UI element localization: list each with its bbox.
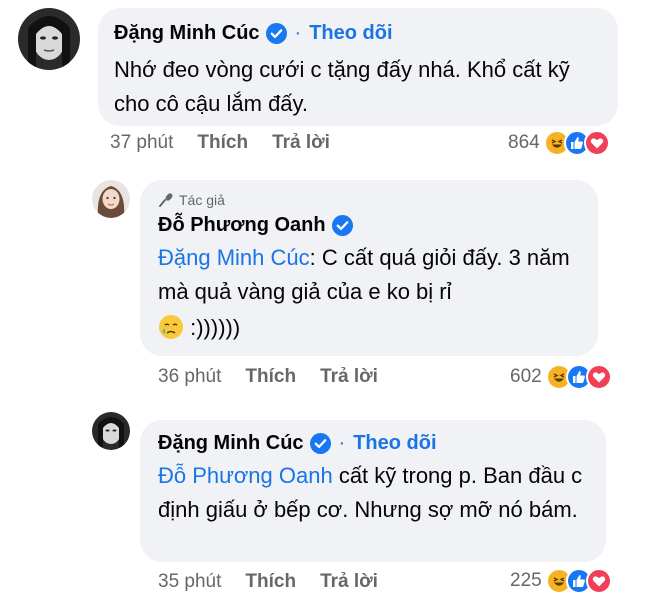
avatar-image-icon bbox=[18, 8, 80, 70]
comment-bubble: Tác giả Đỗ Phương Oanh Đặng Minh Cúc: C … bbox=[140, 180, 598, 356]
avatar[interactable] bbox=[92, 180, 130, 218]
love-reaction-icon bbox=[585, 364, 612, 390]
separator-dot: · bbox=[338, 432, 346, 454]
crying-face-emoji bbox=[159, 315, 183, 339]
reply-button[interactable]: Trả lời bbox=[272, 132, 330, 154]
author-badge: Tác giả bbox=[158, 192, 580, 208]
comment-emoji-line: :)))))) bbox=[158, 311, 588, 345]
reaction-count: 864 bbox=[508, 132, 540, 153]
author-row: Đặng Minh Cúc · Theo dõi bbox=[114, 22, 602, 45]
timestamp[interactable]: 35 phút bbox=[158, 571, 221, 593]
author-row: Đặng Minh Cúc · Theo dõi bbox=[158, 432, 588, 455]
verified-badge-icon bbox=[331, 215, 353, 236]
verified-badge-icon bbox=[265, 23, 287, 44]
love-reaction-icon bbox=[583, 130, 610, 156]
reactions-summary[interactable]: 602 bbox=[510, 364, 612, 390]
like-button[interactable]: Thích bbox=[197, 132, 248, 154]
comment-bubble: Đặng Minh Cúc · Theo dõi Nhớ đeo vòng cư… bbox=[98, 8, 618, 126]
author-name[interactable]: Đỗ Phương Oanh bbox=[158, 214, 326, 237]
comment-actions: 37 phút Thích Trả lời bbox=[110, 132, 330, 154]
comment-body-suffix: :)))))) bbox=[184, 315, 241, 340]
author-name[interactable]: Đặng Minh Cúc bbox=[114, 22, 260, 45]
follow-button[interactable]: Theo dõi bbox=[353, 432, 436, 455]
reaction-count: 602 bbox=[510, 366, 542, 387]
comment-text: Nhớ đeo vòng cưới c tặng đấy nhá. Khổ cấ… bbox=[114, 57, 570, 116]
avatar-image-icon bbox=[92, 180, 130, 218]
love-reaction-icon bbox=[585, 568, 612, 594]
author-row: Đỗ Phương Oanh bbox=[158, 214, 580, 237]
follow-button[interactable]: Theo dõi bbox=[309, 22, 392, 45]
author-name[interactable]: Đặng Minh Cúc bbox=[158, 432, 304, 455]
verified-badge-icon bbox=[309, 433, 331, 454]
comment-actions: 36 phút Thích Trả lời bbox=[158, 366, 378, 388]
comment-actions: 35 phút Thích Trả lời bbox=[158, 571, 378, 593]
separator-dot: · bbox=[294, 22, 302, 44]
mention-link[interactable]: Đỗ Phương Oanh bbox=[158, 463, 333, 488]
like-button[interactable]: Thích bbox=[245, 366, 296, 388]
timestamp[interactable]: 36 phút bbox=[158, 366, 221, 388]
reactions-summary[interactable]: 864 bbox=[508, 130, 610, 156]
reactions-summary[interactable]: 225 bbox=[510, 568, 612, 594]
avatar-image-icon bbox=[92, 412, 130, 450]
like-button[interactable]: Thích bbox=[245, 571, 296, 593]
reply-button[interactable]: Trả lời bbox=[320, 571, 378, 593]
comment-text: Đặng Minh Cúc: C cất quá giỏi đấy. 3 năm… bbox=[158, 241, 588, 345]
reaction-count: 225 bbox=[510, 570, 542, 591]
avatar[interactable] bbox=[18, 8, 80, 70]
reply-button[interactable]: Trả lời bbox=[320, 366, 378, 388]
mention-link[interactable]: Đặng Minh Cúc bbox=[158, 245, 310, 270]
timestamp[interactable]: 37 phút bbox=[110, 132, 173, 154]
comment-bubble: Đặng Minh Cúc · Theo dõi Đỗ Phương Oanh … bbox=[140, 420, 606, 562]
author-badge-label: Tác giả bbox=[179, 192, 225, 208]
avatar[interactable] bbox=[92, 412, 130, 450]
comment-text: Đỗ Phương Oanh cất kỹ trong p. Ban đầu c… bbox=[158, 459, 594, 527]
microphone-icon bbox=[159, 193, 173, 207]
